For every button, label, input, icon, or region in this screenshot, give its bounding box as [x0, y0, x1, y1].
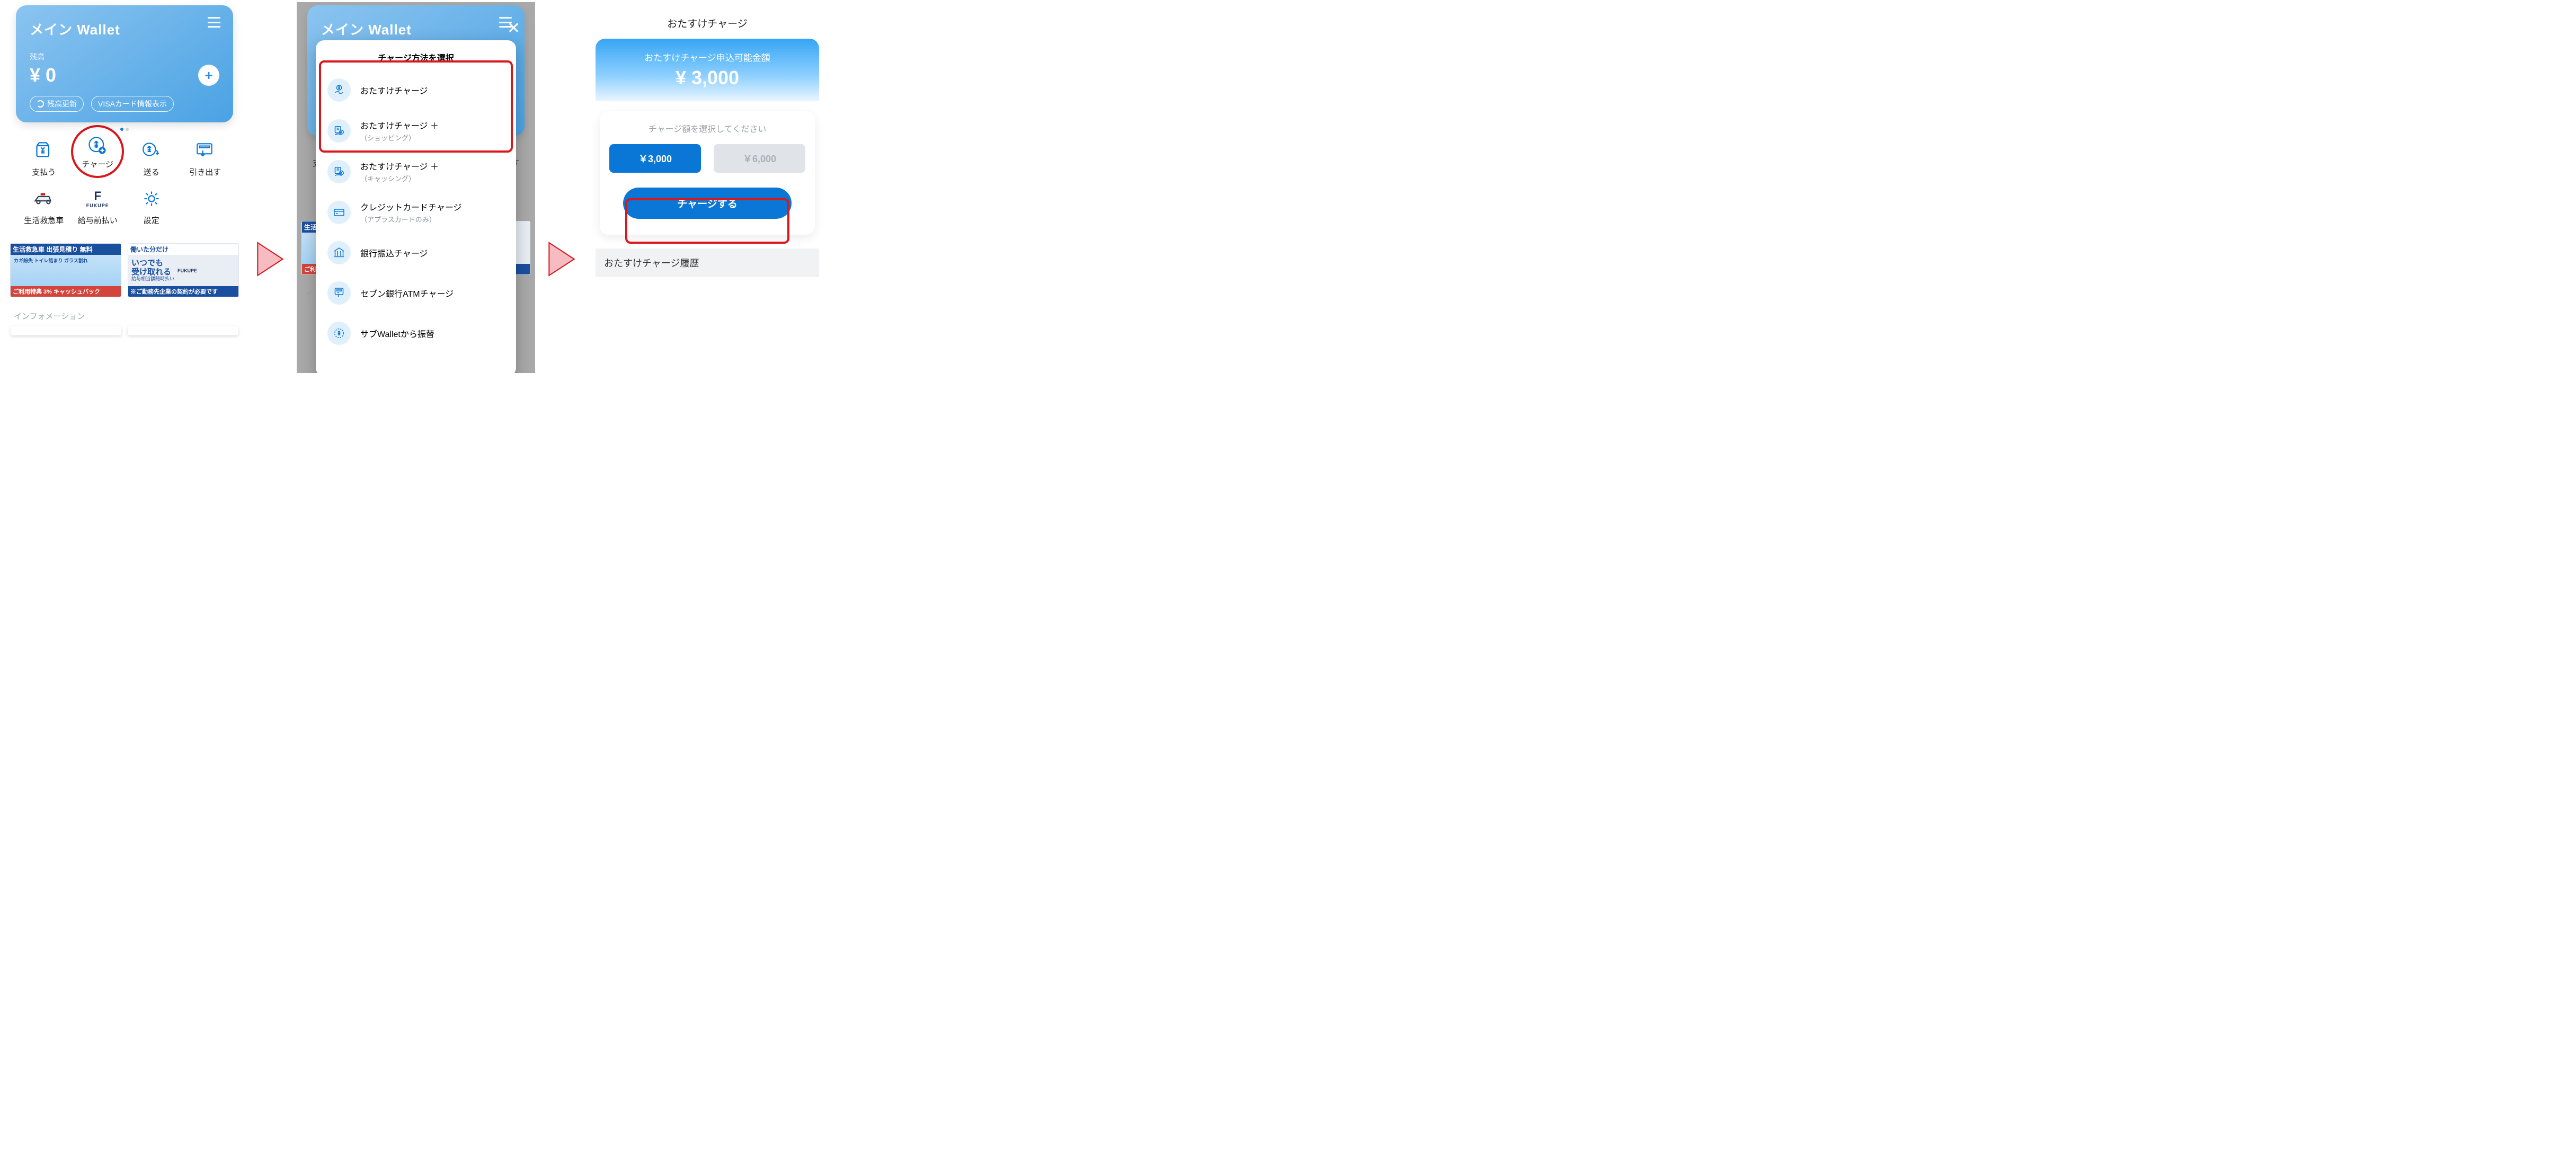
action-charge[interactable]: チャージ	[71, 139, 125, 177]
balance-label: 残高	[30, 51, 219, 62]
rescue-icon	[32, 187, 56, 210]
sheet-item-label: クレジットカードチャージ	[360, 200, 462, 213]
wallet-title: メイン Wallet	[321, 19, 511, 39]
amount-option-6000: ￥6,000	[714, 144, 805, 173]
action-withdraw[interactable]: 引き出す	[179, 139, 233, 177]
flow-arrow	[256, 240, 284, 278]
sheet-item-sublabel: （アプラスカードのみ）	[360, 214, 462, 224]
gear-icon	[140, 187, 163, 210]
sheet-item-sublabel: （キャッシング）	[360, 173, 439, 183]
sheet-item-label: おたすけチャージ	[360, 84, 428, 96]
send-icon	[140, 139, 163, 162]
action-settings[interactable]: 設定	[125, 187, 179, 226]
banner-fukube-brand: FUKUPE	[177, 268, 197, 273]
reload-icon	[37, 100, 44, 108]
action-pay-label: 支払う	[17, 166, 71, 177]
banner-fukube-top: 働いた分だけ	[128, 244, 238, 255]
action-fukube[interactable]: FFUKUPE 給与前払い	[71, 187, 125, 226]
banner-row: 生活救急車 出張見積り 無料 カギ紛失 トイレ詰まり ガラス割れ ご利用特典 3…	[5, 226, 244, 297]
charge-method-otasuke-plus-shopping[interactable]: おたすけチャージ ＋ （ショッピング）	[316, 110, 516, 151]
charge-method-seven-atm[interactable]: セブン銀行ATMチャージ	[316, 273, 516, 313]
charge-method-credit-card[interactable]: クレジットカードチャージ （アプラスカードのみ）	[316, 192, 516, 233]
banner-fukube[interactable]: 働いた分だけ いつでも 受け取れる 給与相当額随時払い FUKUPE ※ご勤務先…	[128, 244, 238, 297]
bank-icon	[327, 241, 351, 264]
balance-value: ¥ 0	[30, 64, 56, 86]
sheet-item-label: おたすけチャージ ＋	[360, 119, 439, 131]
transfer-icon	[327, 322, 351, 345]
banner-rescue-top: 生活救急車 出張見積り 無料	[11, 244, 121, 255]
screen-otasuke-charge: おたすけチャージ おたすけチャージ申込可能金額 ¥ 3,000 チャージ額を選択…	[588, 2, 827, 373]
page-title: おたすけチャージ	[588, 2, 827, 39]
refresh-balance-chip[interactable]: 残高更新	[30, 96, 84, 112]
action-send-label: 送る	[125, 166, 179, 177]
charge-icon	[86, 134, 109, 157]
action-settings-label: 設定	[125, 215, 179, 226]
wallet-title: メイン Wallet	[30, 19, 219, 39]
visa-info-chip[interactable]: VISAカード情報表示	[91, 96, 174, 112]
action-send[interactable]: 送る	[125, 139, 179, 177]
fukube-icon: FFUKUPE	[86, 187, 109, 210]
banner-fukube-bot: ※ご勤務先企業の契約が必要です	[128, 286, 238, 297]
otasuke-plus-icon	[327, 160, 351, 183]
action-charge-label: チャージ	[82, 158, 113, 170]
available-amount: ¥ 3,000	[606, 67, 809, 89]
wallet-card[interactable]: メイン Wallet 残高 ¥ 0 + 残高更新 VISAカード情報表示	[16, 5, 233, 122]
sheet-item-label: おたすけチャージ ＋	[360, 159, 439, 172]
charge-method-sub-wallet[interactable]: サブWalletから振替	[316, 313, 516, 353]
otasuke-icon	[327, 78, 351, 102]
charge-submit-button[interactable]: チャージする	[623, 188, 792, 219]
add-funds-button[interactable]: +	[198, 65, 219, 86]
amount-prompt: チャージ額を選択してください	[609, 122, 805, 135]
sheet-item-sublabel: （ショッピング）	[360, 132, 439, 143]
sheet-title: チャージ方法を選択	[316, 51, 516, 64]
available-card: おたすけチャージ申込可能金額 ¥ 3,000	[596, 39, 819, 101]
banner-rescue[interactable]: 生活救急車 出張見積り 無料 カギ紛失 トイレ詰まり ガラス割れ ご利用特典 3…	[11, 244, 121, 297]
screen-wallet-home: メイン Wallet 残高 ¥ 0 + 残高更新 VISAカード情報表示 支払う	[5, 2, 244, 373]
available-label: おたすけチャージ申込可能金額	[606, 50, 809, 64]
banner-rescue-mid: カギ紛失 トイレ詰まり ガラス割れ	[11, 255, 121, 286]
action-withdraw-label: 引き出す	[179, 166, 233, 177]
charge-method-otasuke-plus-cashing[interactable]: おたすけチャージ ＋ （キャッシング）	[316, 151, 516, 192]
info-card[interactable]	[128, 326, 238, 335]
withdraw-icon	[193, 139, 217, 162]
banner-fukube-mid1: いつでも	[131, 259, 163, 268]
action-pay[interactable]: 支払う	[17, 139, 71, 177]
close-icon[interactable]: ✕	[507, 19, 520, 38]
action-rescue-label: 生活救急車	[17, 215, 71, 226]
amount-option-3000[interactable]: ￥3,000	[609, 144, 701, 173]
charge-method-sheet: チャージ方法を選択 おたすけチャージ おたすけチャージ ＋ （ショッピング）	[316, 40, 516, 373]
pay-icon	[32, 139, 56, 162]
otasuke-plus-icon	[327, 119, 351, 143]
charge-method-otasuke[interactable]: おたすけチャージ	[316, 70, 516, 110]
atm-icon	[327, 281, 351, 305]
refresh-balance-label: 残高更新	[47, 99, 77, 109]
banner-fukube-mid2: 受け取れる	[131, 268, 171, 277]
sheet-item-label: 銀行振込チャージ	[360, 246, 428, 259]
banner-fukube-sub: 給与相当額随時払い	[131, 277, 174, 282]
highlight-circle: チャージ	[71, 125, 124, 178]
info-card[interactable]	[11, 326, 121, 335]
charge-history-row[interactable]: おたすけチャージ履歴	[596, 248, 819, 277]
sheet-item-label: セブン銀行ATMチャージ	[360, 287, 454, 299]
action-fukube-label: 給与前払い	[71, 215, 125, 226]
screen-charge-method: メイン Wallet 残 支 出す 生活救急車 ご利用特典 要です インフォ ✕…	[297, 2, 535, 373]
banner-rescue-bot: ご利用特典 3% キャッシュバック	[11, 286, 121, 297]
flow-arrow	[548, 240, 575, 278]
charge-method-bank-transfer[interactable]: 銀行振込チャージ	[316, 233, 516, 273]
info-heading: インフォメーション	[5, 297, 244, 326]
info-cards	[5, 326, 244, 335]
menu-icon[interactable]	[208, 17, 220, 28]
action-rescue[interactable]: 生活救急車	[17, 187, 71, 226]
sheet-item-label: サブWalletから振替	[360, 327, 434, 340]
pager-dots	[5, 127, 244, 132]
credit-card-icon	[327, 201, 351, 224]
amount-select-card: チャージ額を選択してください ￥3,000 ￥6,000 チャージする	[600, 111, 815, 235]
